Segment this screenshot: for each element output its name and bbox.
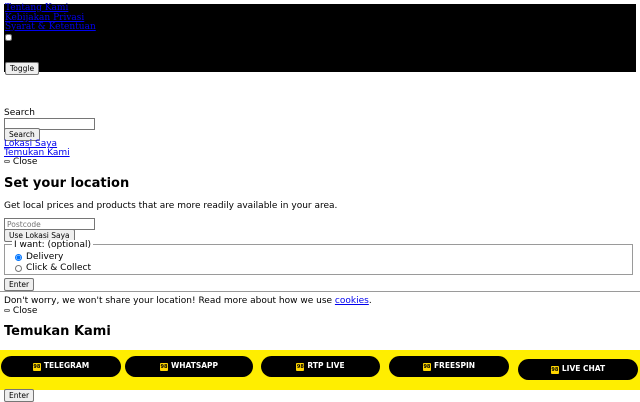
brand-logo-icon: 98 bbox=[422, 362, 431, 371]
privacy-text: Don't worry, we won't share your locatio… bbox=[4, 296, 335, 306]
want-fieldset: I want: (optional) Delivery Click & Coll… bbox=[4, 240, 633, 275]
option-delivery[interactable]: Delivery bbox=[15, 252, 63, 262]
want-legend: I want: (optional) bbox=[12, 240, 94, 251]
telegram-button[interactable]: 98 TELEGRAM bbox=[1, 356, 121, 377]
delivery-label: Delivery bbox=[26, 252, 64, 262]
live-chat-button[interactable]: 98 LIVE CHAT bbox=[518, 359, 638, 380]
telegram-label: TELEGRAM bbox=[43, 361, 90, 371]
brand-logo-icon: 98 bbox=[32, 362, 41, 371]
privacy-note: Don't worry, we won't share your locatio… bbox=[4, 296, 372, 306]
freespin-button[interactable]: 98 FREESPIN bbox=[389, 356, 509, 377]
click-collect-label: Click & Collect bbox=[26, 263, 91, 273]
toggle-button[interactable]: Toggle bbox=[5, 62, 40, 75]
top-menu-links: Tentang Kami Kebijakan Privasi Syarat & … bbox=[5, 3, 96, 33]
top-header: Tentang Kami Kebijakan Privasi Syarat & … bbox=[4, 3, 636, 75]
find-title: Temukan Kami bbox=[4, 324, 111, 339]
whatsapp-label: WHATSAPP bbox=[170, 361, 219, 371]
live-chat-label: LIVE CHAT bbox=[561, 364, 606, 374]
find-enter-button[interactable]: Enter bbox=[4, 389, 35, 402]
find-close: Close bbox=[4, 306, 37, 316]
top-link-terms[interactable]: Syarat & Ketentuan bbox=[5, 22, 96, 33]
click-collect-radio[interactable] bbox=[15, 264, 22, 272]
find-close-button[interactable] bbox=[4, 309, 10, 312]
location-description: Get local prices and products that are m… bbox=[4, 201, 338, 211]
location-close: Close bbox=[4, 157, 37, 167]
brand-logo-icon: 98 bbox=[296, 362, 305, 371]
rtp-live-button[interactable]: 98 RTP LIVE bbox=[261, 356, 380, 377]
floating-action-bar: 98 TELEGRAM 98 WHATSAPP 98 RTP LIVE 98 F… bbox=[0, 350, 640, 390]
option-click-collect[interactable]: Click & Collect bbox=[15, 263, 91, 273]
find-close-label: Close bbox=[12, 306, 38, 316]
location-title: Set your location bbox=[4, 176, 130, 191]
location-enter-button[interactable]: Enter bbox=[4, 278, 35, 291]
divider bbox=[0, 291, 640, 292]
menu-checkbox[interactable] bbox=[5, 34, 12, 41]
location-close-button[interactable] bbox=[4, 160, 10, 163]
delivery-radio[interactable] bbox=[15, 253, 22, 261]
rtp-live-label: RTP LIVE bbox=[307, 361, 345, 371]
location-close-label: Close bbox=[12, 157, 38, 167]
freespin-label: FREESPIN bbox=[433, 361, 476, 371]
brand-logo-icon: 98 bbox=[550, 365, 559, 374]
brand-logo-icon: 98 bbox=[159, 362, 168, 371]
privacy-period: . bbox=[368, 296, 372, 306]
search-label: Search bbox=[4, 108, 35, 118]
cookies-link[interactable]: cookies bbox=[335, 296, 369, 306]
whatsapp-button[interactable]: 98 WHATSAPP bbox=[125, 356, 253, 377]
